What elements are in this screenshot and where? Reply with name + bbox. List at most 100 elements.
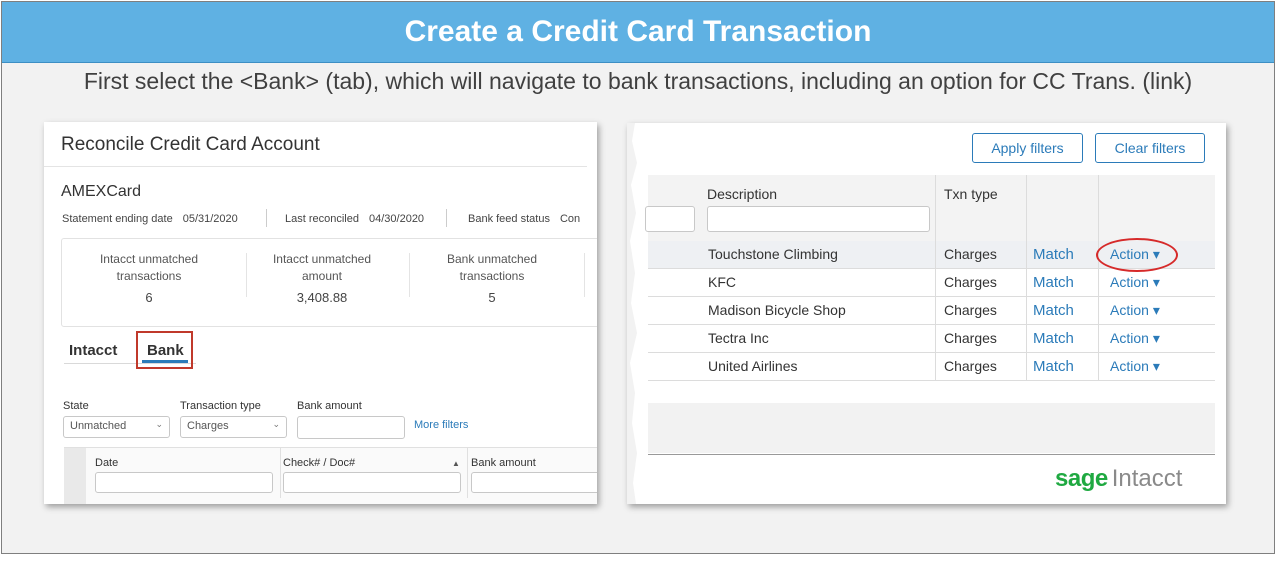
state-label: State bbox=[63, 400, 89, 412]
bank-feed-value: Con bbox=[559, 213, 581, 225]
state-select[interactable]: Unmatched ⌄ bbox=[63, 416, 170, 438]
slide-subtitle: First select the <Bank> (tab), which wil… bbox=[83, 68, 1193, 94]
stat-divider bbox=[584, 253, 585, 297]
chevron-down-icon: ⌄ bbox=[272, 419, 280, 429]
action-label: Action bbox=[1110, 274, 1149, 290]
column-divider bbox=[1098, 175, 1099, 381]
row-description: United Airlines bbox=[708, 358, 798, 374]
last-reconciled-value: 04/30/2020 bbox=[369, 213, 425, 225]
txn-type-label: Transaction type bbox=[180, 400, 261, 412]
row-description: Madison Bicycle Shop bbox=[708, 302, 846, 318]
bank-amount-filter-input[interactable] bbox=[471, 472, 597, 493]
panel-header: Reconcile Credit Card Account bbox=[44, 122, 587, 167]
last-reconciled: Last reconciled 04/30/2020 bbox=[285, 213, 424, 225]
action-label: Action bbox=[1110, 302, 1149, 318]
stat-bank-unmatched-transactions: Bank unmatched transactions 5 bbox=[417, 251, 567, 306]
match-link[interactable]: Match bbox=[1033, 358, 1074, 375]
row-txn-type: Charges bbox=[944, 358, 997, 374]
action-dropdown[interactable]: Action ▾ bbox=[1110, 358, 1160, 375]
action-label: Action bbox=[1110, 358, 1149, 374]
bank-feed-label: Bank feed status bbox=[468, 213, 550, 225]
stat-value: 5 bbox=[488, 290, 496, 305]
page-title: Reconcile Credit Card Account bbox=[61, 134, 320, 155]
match-link[interactable]: Match bbox=[1033, 274, 1074, 291]
meta-divider bbox=[446, 209, 447, 227]
stats-summary: Intacct unmatched transactions 6 Intacct… bbox=[61, 238, 597, 327]
date-filter-input[interactable] bbox=[95, 472, 273, 493]
slide-title: Create a Credit Card Transaction bbox=[2, 2, 1274, 63]
caret-down-icon: ▾ bbox=[1152, 358, 1160, 374]
row-txn-type: Charges bbox=[944, 274, 997, 290]
bank-amount-input[interactable] bbox=[297, 416, 405, 439]
column-description[interactable]: Description bbox=[707, 186, 777, 202]
tab-intacct[interactable]: Intacct bbox=[69, 342, 117, 359]
match-link[interactable]: Match bbox=[1033, 302, 1074, 319]
table-footer-area bbox=[648, 403, 1215, 453]
meta-divider bbox=[266, 209, 267, 227]
stat-intacct-unmatched-amount: Intacct unmatched amount 3,408.88 bbox=[247, 251, 397, 306]
stat-value: 6 bbox=[145, 290, 153, 305]
stat-label-line2: transactions bbox=[459, 269, 525, 283]
column-date[interactable]: Date bbox=[95, 457, 118, 469]
column-divider bbox=[1026, 175, 1027, 381]
sort-ascending-icon[interactable]: ▲ bbox=[452, 459, 460, 468]
bank-tab-highlight bbox=[136, 331, 193, 369]
stat-label-line1: Intacct unmatched bbox=[99, 252, 199, 266]
action-highlight-circle bbox=[1096, 238, 1178, 272]
description-filter-input[interactable] bbox=[707, 206, 930, 232]
row-description: KFC bbox=[708, 274, 736, 290]
match-link[interactable]: Match bbox=[1033, 246, 1074, 263]
sage-intacct-logo: sage Intacct bbox=[1055, 465, 1182, 493]
last-reconciled-label: Last reconciled bbox=[285, 213, 359, 225]
statement-ending-date: Statement ending date 05/31/2020 bbox=[62, 213, 238, 225]
column-divider bbox=[935, 175, 936, 381]
caret-down-icon: ▾ bbox=[1152, 274, 1160, 290]
row-description: Touchstone Climbing bbox=[708, 246, 838, 262]
column-divider bbox=[467, 448, 468, 498]
apply-filters-button[interactable]: Apply filters bbox=[972, 133, 1083, 163]
action-dropdown[interactable]: Action ▾ bbox=[1110, 302, 1160, 319]
card-name: AMEXCard bbox=[61, 183, 142, 200]
grid-select-column bbox=[64, 448, 86, 504]
stat-label-line1: Intacct unmatched bbox=[272, 252, 372, 266]
stat-intacct-unmatched-transactions: Intacct unmatched transactions 6 bbox=[74, 251, 224, 306]
column-bank-amount[interactable]: Bank amount bbox=[471, 457, 536, 469]
row-txn-type: Charges bbox=[944, 302, 997, 318]
column-filter-input[interactable] bbox=[645, 206, 695, 232]
table-row[interactable]: Tectra Inc Charges Match Action ▾ bbox=[648, 325, 1215, 353]
chevron-down-icon: ⌄ bbox=[155, 419, 163, 429]
state-value: Unmatched bbox=[70, 420, 127, 432]
row-txn-type: Charges bbox=[944, 330, 997, 346]
stat-label-line2: amount bbox=[301, 269, 343, 283]
action-dropdown[interactable]: Action ▾ bbox=[1110, 274, 1160, 291]
row-txn-type: Charges bbox=[944, 246, 997, 262]
table-row[interactable]: Madison Bicycle Shop Charges Match Actio… bbox=[648, 297, 1215, 325]
caret-down-icon: ▾ bbox=[1152, 302, 1160, 318]
column-txn-type[interactable]: Txn type bbox=[944, 186, 998, 202]
statement-label: Statement ending date bbox=[62, 213, 173, 225]
txn-type-value: Charges bbox=[187, 420, 229, 432]
check-doc-filter-input[interactable] bbox=[283, 472, 461, 493]
stat-label-line1: Bank unmatched bbox=[446, 252, 538, 266]
reconcile-panel: Reconcile Credit Card Account AMEXCard S… bbox=[44, 122, 597, 504]
stat-label-line2: transactions bbox=[116, 269, 182, 283]
logo-intacct: Intacct bbox=[1111, 465, 1183, 492]
footer-divider bbox=[648, 454, 1215, 455]
more-filters-link[interactable]: More filters bbox=[414, 419, 468, 431]
statement-value: 05/31/2020 bbox=[182, 213, 238, 225]
table-row[interactable]: KFC Charges Match Action ▾ bbox=[648, 269, 1215, 297]
logo-sage: sage bbox=[1055, 465, 1108, 492]
table-row[interactable]: United Airlines Charges Match Action ▾ bbox=[648, 353, 1215, 381]
clear-filters-button[interactable]: Clear filters bbox=[1095, 133, 1205, 163]
action-label: Action bbox=[1110, 330, 1149, 346]
action-dropdown[interactable]: Action ▾ bbox=[1110, 330, 1160, 347]
column-check-doc[interactable]: Check# / Doc# bbox=[283, 457, 355, 469]
transaction-type-select[interactable]: Charges ⌄ bbox=[180, 416, 287, 438]
bank-feed-status: Bank feed status Con bbox=[468, 213, 580, 225]
caret-down-icon: ▾ bbox=[1152, 330, 1160, 346]
bank-transactions-panel: Apply filters Clear filters Description … bbox=[627, 123, 1226, 504]
column-divider bbox=[280, 448, 281, 498]
stat-divider bbox=[409, 253, 410, 297]
row-description: Tectra Inc bbox=[708, 330, 769, 346]
match-link[interactable]: Match bbox=[1033, 330, 1074, 347]
